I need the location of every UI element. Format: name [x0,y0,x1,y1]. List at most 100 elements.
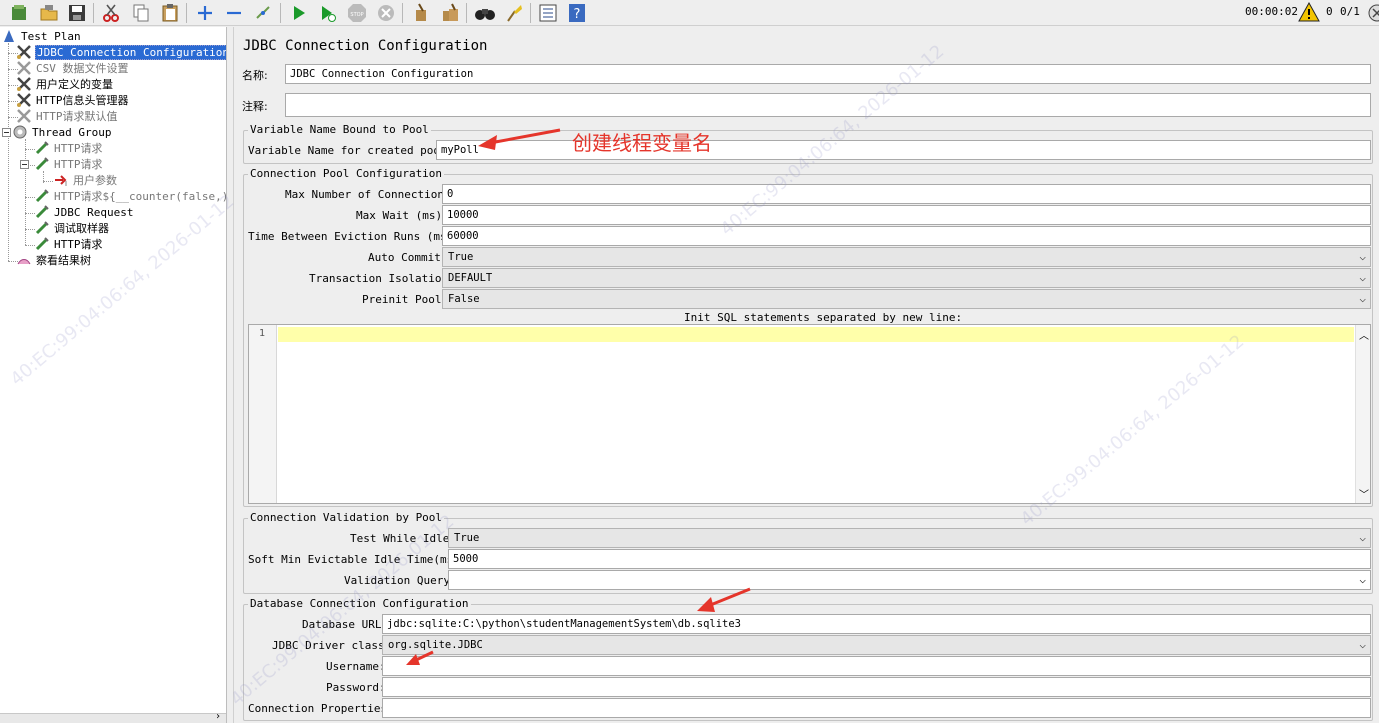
comment-label: 注释: [242,100,268,113]
stop-icon[interactable]: STOP [346,2,368,24]
chevron-down-icon: ⌵ [1359,638,1366,651]
scroll-up-icon[interactable]: ︿ [1359,327,1369,342]
paste-icon[interactable] [159,2,181,24]
clear-all-icon[interactable] [439,2,461,24]
name-field[interactable]: JDBC Connection Configuration [285,64,1371,84]
chevron-down-icon: ⌵ [1359,292,1366,305]
preinit-pool-select[interactable]: False ⌵ [442,289,1371,309]
warning-count: 0 [1326,5,1333,18]
search-icon[interactable] [474,2,496,24]
transaction-isolation-label: Transaction Isolation: [309,272,455,285]
thread-group-icon [12,124,28,140]
auto-commit-label: Auto Commit: [368,251,448,264]
scroll-down-icon[interactable]: ﹀ [1359,486,1369,501]
line-number-gutter [249,325,277,503]
tree-item-http-request-3[interactable]: HTTP请求 [34,236,104,252]
tree-item-thread-group[interactable]: Thread Group [1,124,112,140]
username-label: Username: [326,660,386,673]
config-element-icon [16,108,32,124]
tree-item-http-request-2[interactable]: HTTP请求 [19,156,104,172]
tree-item-http-defaults[interactable]: HTTP请求默认值 [16,108,119,124]
collapse-toggle-icon[interactable] [19,156,29,172]
shutdown-icon[interactable] [375,2,397,24]
listener-icon [16,252,32,268]
save-icon[interactable] [66,2,88,24]
transaction-isolation-value: DEFAULT [448,272,493,284]
validation-query-select[interactable]: ⌵ [448,570,1371,590]
config-element-icon [16,76,32,92]
password-field[interactable] [382,677,1371,697]
tree-item-test-plan[interactable]: Test Plan [1,28,82,44]
thread-count: 0/1 [1340,5,1360,18]
tree-item-jdbc-connection[interactable]: JDBC Connection Configuration [16,44,226,60]
max-connections-field[interactable]: 0 [442,184,1371,204]
soft-min-idle-field[interactable]: 5000 [448,549,1371,569]
transaction-isolation-select[interactable]: DEFAULT ⌵ [442,268,1371,288]
test-while-idle-value: True [454,532,480,544]
tree-item-debug-sampler[interactable]: 调试取样器 [34,220,110,236]
sampler-icon [34,236,50,252]
test-while-idle-label: Test While Idle: [350,532,456,545]
start-no-pause-icon[interactable] [317,2,339,24]
comment-field[interactable] [285,93,1371,117]
config-panel: JDBC Connection Configuration 名称: JDBC C… [235,27,1379,723]
pool-variable-label: Variable Name for created pool: [248,144,454,157]
password-label: Password: [326,681,386,694]
scroll-right-icon[interactable]: › [215,711,221,722]
eviction-runs-field[interactable]: 60000 [442,226,1371,246]
name-label: 名称: [242,69,268,82]
config-element-icon [16,92,32,108]
tree-item-http-request-1[interactable]: HTTP请求 [34,140,104,156]
collapse-toggle-icon[interactable] [1,124,11,140]
jdbc-driver-value: org.sqlite.JDBC [388,639,483,651]
templates-icon[interactable] [8,2,30,24]
jdbc-driver-label: JDBC Driver class: [272,639,392,652]
variable-name-group-title: Variable Name Bound to Pool [248,123,431,136]
database-url-field[interactable]: jdbc:sqlite:C:\python\studentManagementS… [382,614,1371,634]
connection-properties-field[interactable] [382,698,1371,718]
help-icon[interactable]: ? [566,2,588,24]
editor-vertical-scrollbar[interactable]: ︿ ﹀ [1355,325,1370,503]
reset-search-icon[interactable] [503,2,525,24]
max-wait-field[interactable]: 10000 [442,205,1371,225]
pane-splitter[interactable] [228,27,234,723]
sampler-icon [34,204,50,220]
clear-icon[interactable] [410,2,432,24]
tree-item-jdbc-request[interactable]: JDBC Request [34,204,134,220]
cut-icon[interactable] [100,2,122,24]
test-plan-tree[interactable]: Test Plan JDBC Connection Configuration … [0,27,227,723]
copy-icon[interactable] [130,2,152,24]
auto-commit-value: True [448,251,474,263]
jdbc-driver-select[interactable]: org.sqlite.JDBC ⌵ [382,635,1371,655]
pool-config-group-title: Connection Pool Configuration [248,167,445,180]
tree-item-http-request-counter[interactable]: HTTP请求${__counter(false,)} [34,188,226,204]
config-element-icon [16,44,32,60]
tree-item-user-parameters[interactable]: 用户参数 [53,172,118,188]
tree-item-user-defined-variables[interactable]: 用户定义的变量 [16,76,114,92]
collapse-icon[interactable] [223,2,245,24]
chevron-down-icon: ⌵ [1359,271,1366,284]
function-helper-icon[interactable] [537,2,559,24]
username-field[interactable] [382,656,1371,676]
start-icon[interactable] [288,2,310,24]
warning-icon[interactable] [1298,1,1320,23]
test-while-idle-select[interactable]: True ⌵ [448,528,1371,548]
current-line-highlight [278,327,1354,342]
tree-item-http-header-manager[interactable]: HTTP信息头管理器 [16,92,130,108]
line-number: 1 [259,328,266,339]
preinit-pool-label: Preinit Pool: [362,293,449,306]
tree-horizontal-scrollbar[interactable]: › [0,711,226,723]
soft-min-idle-label: Soft Min Evictable Idle Time(ms): [248,553,467,566]
tree-item-csv-data-set[interactable]: CSV 数据文件设置 [16,60,130,76]
preinit-pool-value: False [448,293,480,305]
init-sql-editor[interactable]: 1 ︿ ﹀ [248,324,1371,504]
toggle-icon[interactable] [252,2,274,24]
auto-commit-select[interactable]: True ⌵ [442,247,1371,267]
expand-icon[interactable] [194,2,216,24]
toolbar: STOP ? 00:00:02 0 0/1 [0,0,1379,26]
chevron-down-icon: ⌵ [1359,573,1366,586]
database-url-label: Database URL: [302,618,389,631]
open-icon[interactable] [38,2,60,24]
tree-item-view-results-tree[interactable]: 察看结果树 [16,252,92,268]
page-title: JDBC Connection Configuration [243,38,488,54]
